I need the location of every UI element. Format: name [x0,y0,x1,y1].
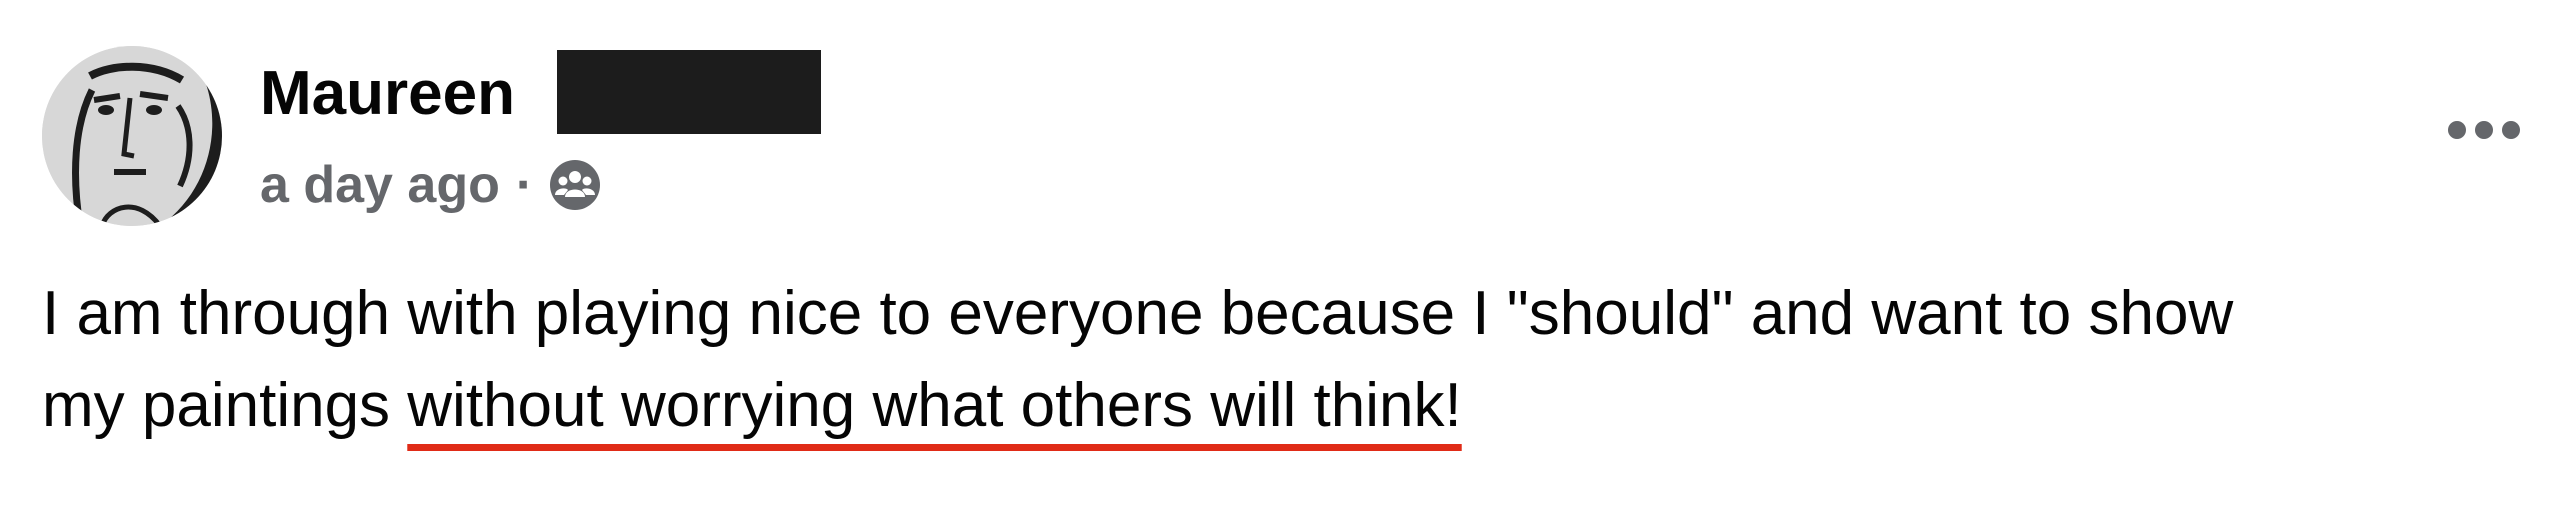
redaction-box [557,50,821,134]
post-body-plain-text: my paintings [42,371,408,440]
more-horizontal-icon [2448,121,2520,139]
post-body: I am through with playing nice to everyo… [42,268,2522,452]
post-body-line-2: my paintings without worrying what other… [42,360,2522,452]
post-body-line-1: I am through with playing nice to everyo… [42,279,2234,348]
face-line-art-avatar-icon [42,46,222,226]
more-options-button[interactable] [2442,100,2526,160]
meta-separator: · [515,156,534,214]
post-card: Maureen a day ago · I am through with pl… [0,0,2560,516]
group-audience-icon[interactable] [547,157,603,213]
author-avatar[interactable] [42,46,222,226]
author-name[interactable]: Maureen [260,56,515,132]
post-timestamp[interactable]: a day ago [260,155,500,215]
highlighted-phrase: without worrying what others will think! [407,371,1462,440]
post-meta: a day ago · [260,152,603,218]
